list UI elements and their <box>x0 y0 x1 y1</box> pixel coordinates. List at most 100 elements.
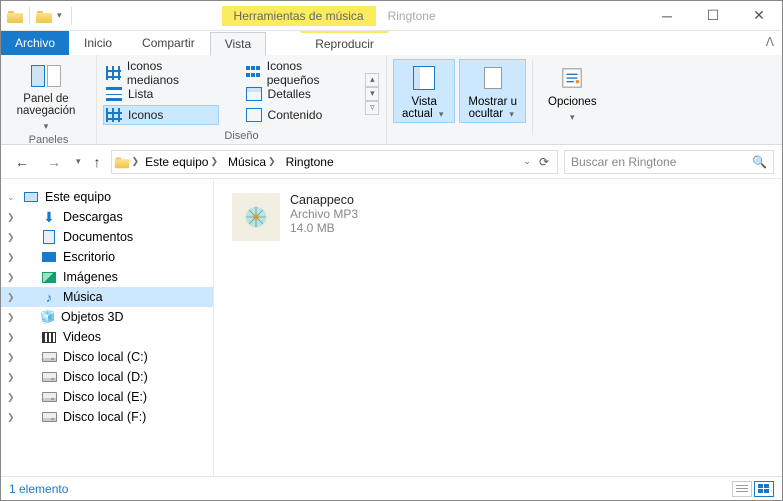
maximize-button[interactable]: ☐ <box>690 1 736 31</box>
tree-item-drive-c[interactable]: ❯Disco local (C:) <box>1 347 213 367</box>
gallery-expand-icon[interactable]: ▿ <box>365 101 379 115</box>
details-view-icon <box>736 485 748 493</box>
layout-small-icons[interactable]: Iconos pequeños <box>243 63 361 83</box>
ribbon-collapse-button[interactable]: ᐱ <box>766 35 774 49</box>
status-icons-view-button[interactable] <box>754 481 774 497</box>
content-pane[interactable]: Canappeco Archivo MP3 14.0 MB <box>214 179 782 478</box>
tree-item-music[interactable]: ❯ ♪ Música <box>1 287 213 307</box>
expand-icon[interactable]: ❯ <box>7 292 15 303</box>
expand-icon[interactable]: ❯ <box>7 372 15 383</box>
nav-back-button[interactable]: ← <box>9 149 35 175</box>
tree-item-pictures[interactable]: ❯Imágenes <box>1 267 213 287</box>
nav-forward-button[interactable]: → <box>41 149 67 175</box>
collapse-icon[interactable]: ⌄ <box>7 192 15 203</box>
tree-item-drive-e[interactable]: ❯Disco local (E:) <box>1 387 213 407</box>
show-hide-button[interactable]: Mostrar u ocultar ▾ <box>459 59 526 123</box>
layout-gallery-scroll[interactable]: ▴ ▾ ▿ <box>365 73 380 115</box>
contextual-tab-header: Herramientas de música <box>222 6 376 26</box>
status-details-view-button[interactable] <box>732 481 752 497</box>
drive-icon <box>41 370 57 384</box>
show-hide-icon <box>479 64 507 92</box>
status-bar: 1 elemento <box>1 476 782 500</box>
scroll-up-icon[interactable]: ▴ <box>365 73 379 87</box>
group-label-layout: Diseño <box>103 128 380 144</box>
breadcrumb-chevron-icon: ❯ <box>210 156 218 167</box>
expand-icon[interactable]: ❯ <box>7 212 15 223</box>
tree-item-documents[interactable]: ❯Documentos <box>1 227 213 247</box>
refresh-button[interactable]: ⟳ <box>533 155 555 169</box>
expand-icon[interactable]: ❯ <box>7 252 15 263</box>
videos-icon <box>41 330 57 344</box>
expand-icon[interactable]: ❯ <box>7 232 15 243</box>
expand-icon[interactable]: ❯ <box>7 332 15 343</box>
downloads-icon: ⬇ <box>41 210 57 224</box>
minimize-button[interactable]: ─ <box>644 1 690 31</box>
breadcrumb[interactable]: ❯ Este equipo❯ Música❯ Ringtone ⌄ ⟳ <box>111 150 558 174</box>
breadcrumb-segment[interactable]: Ringtone <box>282 155 338 169</box>
layout-label: Iconos medianos <box>127 59 212 87</box>
title-bar: ▾ Herramientas de música Ringtone ─ ☐ ✕ <box>1 1 782 31</box>
breadcrumb-dropdown-icon[interactable]: ⌄ <box>523 156 531 167</box>
file-type: Archivo MP3 <box>290 207 358 221</box>
tree-root-este-equipo[interactable]: ⌄ Este equipo <box>1 187 213 207</box>
ribbon-group-panels: Panel de navegación ▾ Paneles <box>1 55 97 144</box>
history-dropdown-icon[interactable]: ▾ <box>73 156 84 167</box>
expand-icon[interactable]: ❯ <box>7 392 15 403</box>
file-meta: Canappeco Archivo MP3 14.0 MB <box>290 193 358 235</box>
current-view-label: Vista actual <box>402 96 437 120</box>
expand-icon[interactable]: ❯ <box>7 312 15 323</box>
current-view-icon <box>410 64 438 92</box>
address-bar-row: ← → ▾ ↑ ❯ Este equipo❯ Música❯ Ringtone … <box>1 145 782 179</box>
ribbon-group-view-opts: Vista actual ▾ Mostrar u ocultar ▾ Opcio… <box>387 55 612 144</box>
tree-item-videos[interactable]: ❯Videos <box>1 327 213 347</box>
breadcrumb-chevron-icon[interactable]: ❯ <box>132 156 140 167</box>
tree-item-downloads[interactable]: ❯⬇Descargas <box>1 207 213 227</box>
layout-list[interactable]: Lista <box>103 84 219 104</box>
tree-label: Música <box>63 290 103 304</box>
layout-icons[interactable]: Iconos <box>103 105 219 125</box>
tree-item-drive-d[interactable]: ❯ Disco local (D:) <box>1 367 213 387</box>
expand-icon[interactable]: ❯ <box>7 352 15 363</box>
file-item[interactable]: Canappeco Archivo MP3 14.0 MB <box>232 193 764 241</box>
qat-open-icon[interactable] <box>36 9 52 23</box>
layout-content[interactable]: Contenido <box>243 105 361 125</box>
options-button[interactable]: Opciones ▾ <box>539 59 606 126</box>
tree-item-3d-objects[interactable]: ❯🧊Objetos 3D <box>1 307 213 327</box>
breadcrumb-label: Ringtone <box>286 155 334 169</box>
group-label-empty <box>393 140 606 144</box>
scroll-down-icon[interactable]: ▾ <box>365 87 379 101</box>
pc-icon <box>23 190 39 204</box>
expand-icon[interactable]: ❯ <box>7 412 15 423</box>
close-button[interactable]: ✕ <box>736 1 782 31</box>
layout-details[interactable]: Detalles <box>243 84 361 104</box>
nav-up-button[interactable]: ↑ <box>90 154 105 170</box>
tab-file[interactable]: Archivo <box>1 31 69 55</box>
tab-view[interactable]: Vista <box>210 32 266 56</box>
chevron-down-icon: ▾ <box>436 109 447 119</box>
tree-item-desktop[interactable]: ❯Escritorio <box>1 247 213 267</box>
current-view-button[interactable]: Vista actual ▾ <box>393 59 455 123</box>
tree-label: Este equipo <box>45 190 111 204</box>
music-icon: ♪ <box>41 290 57 304</box>
tree-label: Disco local (D:) <box>63 370 148 384</box>
expand-icon[interactable]: ❯ <box>7 272 15 283</box>
chevron-down-icon: ▾ <box>41 121 52 132</box>
tree-item-drive-f[interactable]: ❯Disco local (F:) <box>1 407 213 427</box>
qat-dropdown-icon[interactable]: ▾ <box>54 10 65 21</box>
medium-icons-icon <box>106 66 121 80</box>
navigation-pane-button[interactable]: Panel de navegación ▾ <box>7 59 85 132</box>
documents-icon <box>41 230 57 244</box>
layout-medium-icons[interactable]: Iconos medianos <box>103 63 219 83</box>
navigation-pane-icon <box>25 63 67 89</box>
file-thumbnail <box>232 193 280 241</box>
navigation-pane[interactable]: ⌄ Este equipo ❯⬇Descargas ❯Documentos ❯E… <box>1 179 214 478</box>
tab-home[interactable]: Inicio <box>69 31 127 55</box>
tab-play[interactable]: Reproducir <box>300 31 389 55</box>
breadcrumb-segment[interactable]: Este equipo❯ <box>141 155 222 169</box>
search-icon: 🔍 <box>752 155 767 169</box>
breadcrumb-segment[interactable]: Música❯ <box>224 155 280 169</box>
3d-objects-icon: 🧊 <box>41 311 55 323</box>
search-box[interactable]: Buscar en Ringtone 🔍 <box>564 150 774 174</box>
tab-share[interactable]: Compartir <box>127 31 210 55</box>
layout-label: Detalles <box>268 87 311 101</box>
